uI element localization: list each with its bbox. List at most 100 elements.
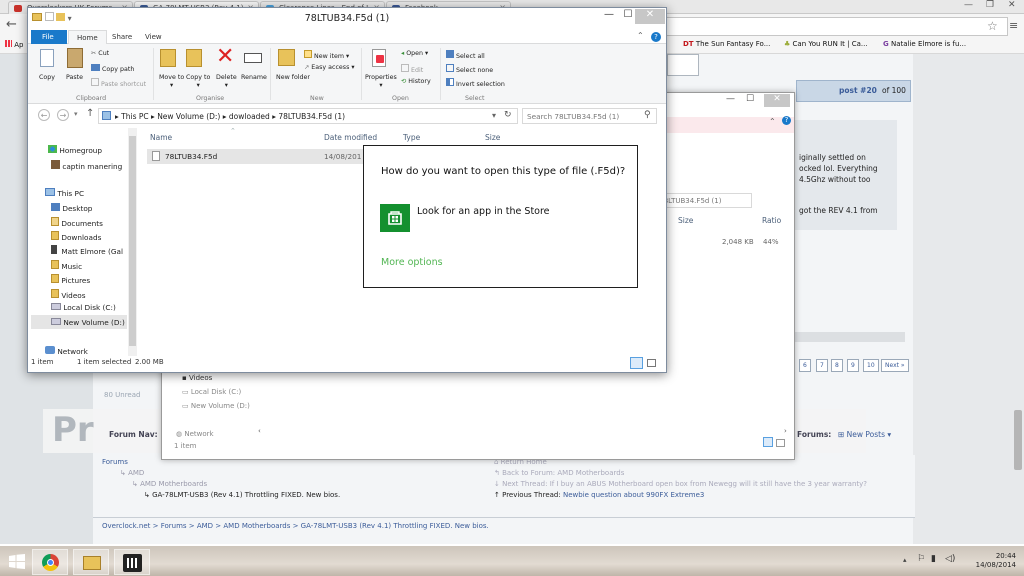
nav-this-pc[interactable]: This PC [45, 188, 84, 198]
star-icon[interactable]: ☆ [987, 19, 998, 33]
paste-icon[interactable] [67, 48, 83, 68]
bg-scroll-right-icon[interactable]: › [784, 427, 787, 435]
invert-selection-button[interactable]: Invert selection [446, 78, 505, 88]
bookmark-item[interactable]: ♣ Can You RUN It | Ca... [784, 40, 868, 48]
clock[interactable]: 20:44 14/08/2014 [966, 552, 1016, 570]
column-date-modified[interactable]: Date modified [324, 133, 377, 142]
footer-breadcrumb[interactable]: Overclock.net > Forums > AMD > AMD Mothe… [102, 522, 489, 530]
copy-path-button[interactable]: Copy path [91, 64, 134, 73]
maximize-icon[interactable]: ☐ [746, 94, 754, 104]
address-dropdown-icon[interactable]: ▾ [492, 111, 496, 120]
volume-icon[interactable]: ◁) [945, 554, 955, 564]
delete-icon[interactable]: ✕ [216, 44, 234, 69]
crumb-this-pc[interactable]: This PC [121, 112, 148, 121]
nav-desktop[interactable]: Desktop [51, 203, 92, 213]
up-icon[interactable]: ↑ [86, 108, 94, 119]
nav-music[interactable]: Music [51, 260, 82, 271]
recent-locations-icon[interactable]: ▾ [74, 110, 78, 118]
details-view-icon[interactable] [763, 437, 773, 447]
nav-user[interactable]: captin manering [51, 160, 122, 171]
column-size[interactable]: Size [485, 133, 500, 142]
back-arrow-icon[interactable]: ← [6, 17, 17, 32]
more-options-link[interactable]: More options [381, 257, 443, 268]
select-all-button[interactable]: Select all [446, 50, 485, 60]
open-button[interactable]: ◂ Open ▾ [401, 50, 428, 57]
forward-icon[interactable]: → [57, 109, 69, 121]
properties-icon[interactable] [372, 49, 386, 67]
browser-close-icon[interactable]: ✕ [1008, 0, 1016, 10]
nav-documents[interactable]: Documents [51, 217, 103, 228]
browser-minimize-icon[interactable]: — [964, 0, 973, 10]
file-row[interactable]: 78LTUB34.F5d 14/08/201 [147, 149, 365, 164]
move-to-icon[interactable] [160, 49, 176, 67]
new-folder-icon[interactable] [278, 49, 295, 66]
large-icons-view-icon[interactable] [776, 439, 785, 447]
select-none-button[interactable]: Select none [446, 64, 493, 74]
nav-videos[interactable]: Videos [51, 289, 86, 300]
cut-button[interactable]: ✂ Cut [91, 50, 109, 57]
crumb-dowloaded[interactable]: dowloaded [229, 112, 270, 121]
page-button[interactable]: 6 [799, 359, 811, 372]
nav-downloads[interactable]: Downloads [51, 231, 101, 242]
tab-share[interactable]: Share [104, 30, 140, 44]
next-page-button[interactable]: Next » [881, 359, 909, 372]
edit-button[interactable]: Edit [401, 64, 423, 74]
nav-pictures[interactable]: Pictures [51, 274, 90, 285]
help-icon[interactable]: ? [782, 116, 791, 125]
tray-overflow-icon[interactable]: ▴ [903, 556, 907, 564]
bookmark-item[interactable]: DT The Sun Fantasy Fo... [683, 40, 770, 48]
rename-icon[interactable] [244, 53, 262, 63]
chevron-up-icon[interactable]: ⌃ [769, 117, 776, 126]
bg-nav-new-volume[interactable]: ▭ New Volume (D:) [182, 402, 250, 410]
bg-scroll-left-icon[interactable]: ‹ [258, 427, 261, 435]
network-icon[interactable]: ▮ [931, 554, 936, 564]
taskbar-chrome[interactable] [32, 549, 68, 575]
browser-maximize-icon[interactable]: ❐ [986, 0, 994, 10]
page-button[interactable]: 8 [831, 359, 843, 372]
help-icon[interactable]: ? [651, 32, 661, 42]
page-scrollbar-thumb[interactable] [1014, 410, 1022, 470]
large-icons-view-icon[interactable] [647, 359, 656, 367]
search-icon[interactable]: ⚲ [644, 110, 651, 120]
close-icon[interactable]: ✕ [635, 9, 665, 24]
nav-scrollbar-thumb[interactable] [129, 136, 136, 346]
new-folder-button[interactable]: New folder [276, 74, 310, 82]
nav-new-volume[interactable]: New Volume (D:) [51, 318, 125, 327]
tab-view[interactable]: View [137, 30, 170, 44]
easy-access-button[interactable]: ↗ Easy access ▾ [304, 64, 355, 71]
nav-phone[interactable]: Matt Elmore (Gal [51, 245, 123, 256]
back-to-forum[interactable]: ↰ Back to Forum: AMD Motherboards [494, 469, 624, 477]
explorer-title-bar[interactable]: ▾ 78LTUB34.F5d (1) — ☐ ✕ [28, 8, 666, 30]
tree-forums[interactable]: Forums [102, 458, 128, 466]
rename-button[interactable]: Rename [241, 74, 267, 81]
previous-thread[interactable]: ↑ Previous Thread: Newbie question about… [494, 491, 704, 499]
chevron-up-icon[interactable]: ⌃ [637, 31, 644, 40]
page-button[interactable]: 10 [863, 359, 879, 372]
search-input[interactable]: Search 78LTUB34.F5d (1) ⚲ [522, 108, 657, 124]
nav-scrollbar[interactable] [128, 128, 137, 356]
new-posts-link[interactable]: ⊞ New Posts ▾ [838, 430, 891, 439]
details-view-icon[interactable] [630, 357, 643, 369]
address-field[interactable]: ▸ This PC ▸ New Volume (D:) ▸ dowloaded … [98, 108, 518, 124]
bg-nav-network[interactable]: ◍ Network [176, 430, 214, 438]
bg-nav-videos[interactable]: ▪ Videos [182, 374, 212, 382]
bg-nav-local-disk[interactable]: ▭ Local Disk (C:) [182, 388, 241, 396]
apps-icon[interactable]: Ap [5, 40, 23, 49]
bg-col-ratio[interactable]: Ratio [762, 216, 781, 225]
column-name[interactable]: Name [150, 133, 172, 142]
paste-shortcut-button[interactable]: Paste shortcut [91, 78, 146, 88]
page-button[interactable]: 7 [816, 359, 828, 372]
minimize-icon[interactable]: — [726, 94, 735, 104]
copy-button[interactable]: Copy [39, 74, 55, 81]
store-option[interactable]: Look for an app in the Store [380, 202, 620, 234]
taskbar-app[interactable] [114, 549, 150, 575]
menu-icon[interactable]: ≡ [1009, 19, 1018, 32]
close-icon[interactable]: ✕ [764, 94, 790, 107]
taskbar-file-explorer[interactable] [73, 549, 109, 575]
delete-button[interactable]: Delete ▾ [216, 74, 237, 90]
bookmark-item[interactable]: G Natalie Elmore is fu... [883, 40, 966, 48]
page-button[interactable]: 9 [847, 359, 859, 372]
tab-home[interactable]: Home [68, 30, 107, 44]
bg-col-size[interactable]: Size [678, 216, 693, 225]
nav-network[interactable]: Network [45, 346, 88, 356]
